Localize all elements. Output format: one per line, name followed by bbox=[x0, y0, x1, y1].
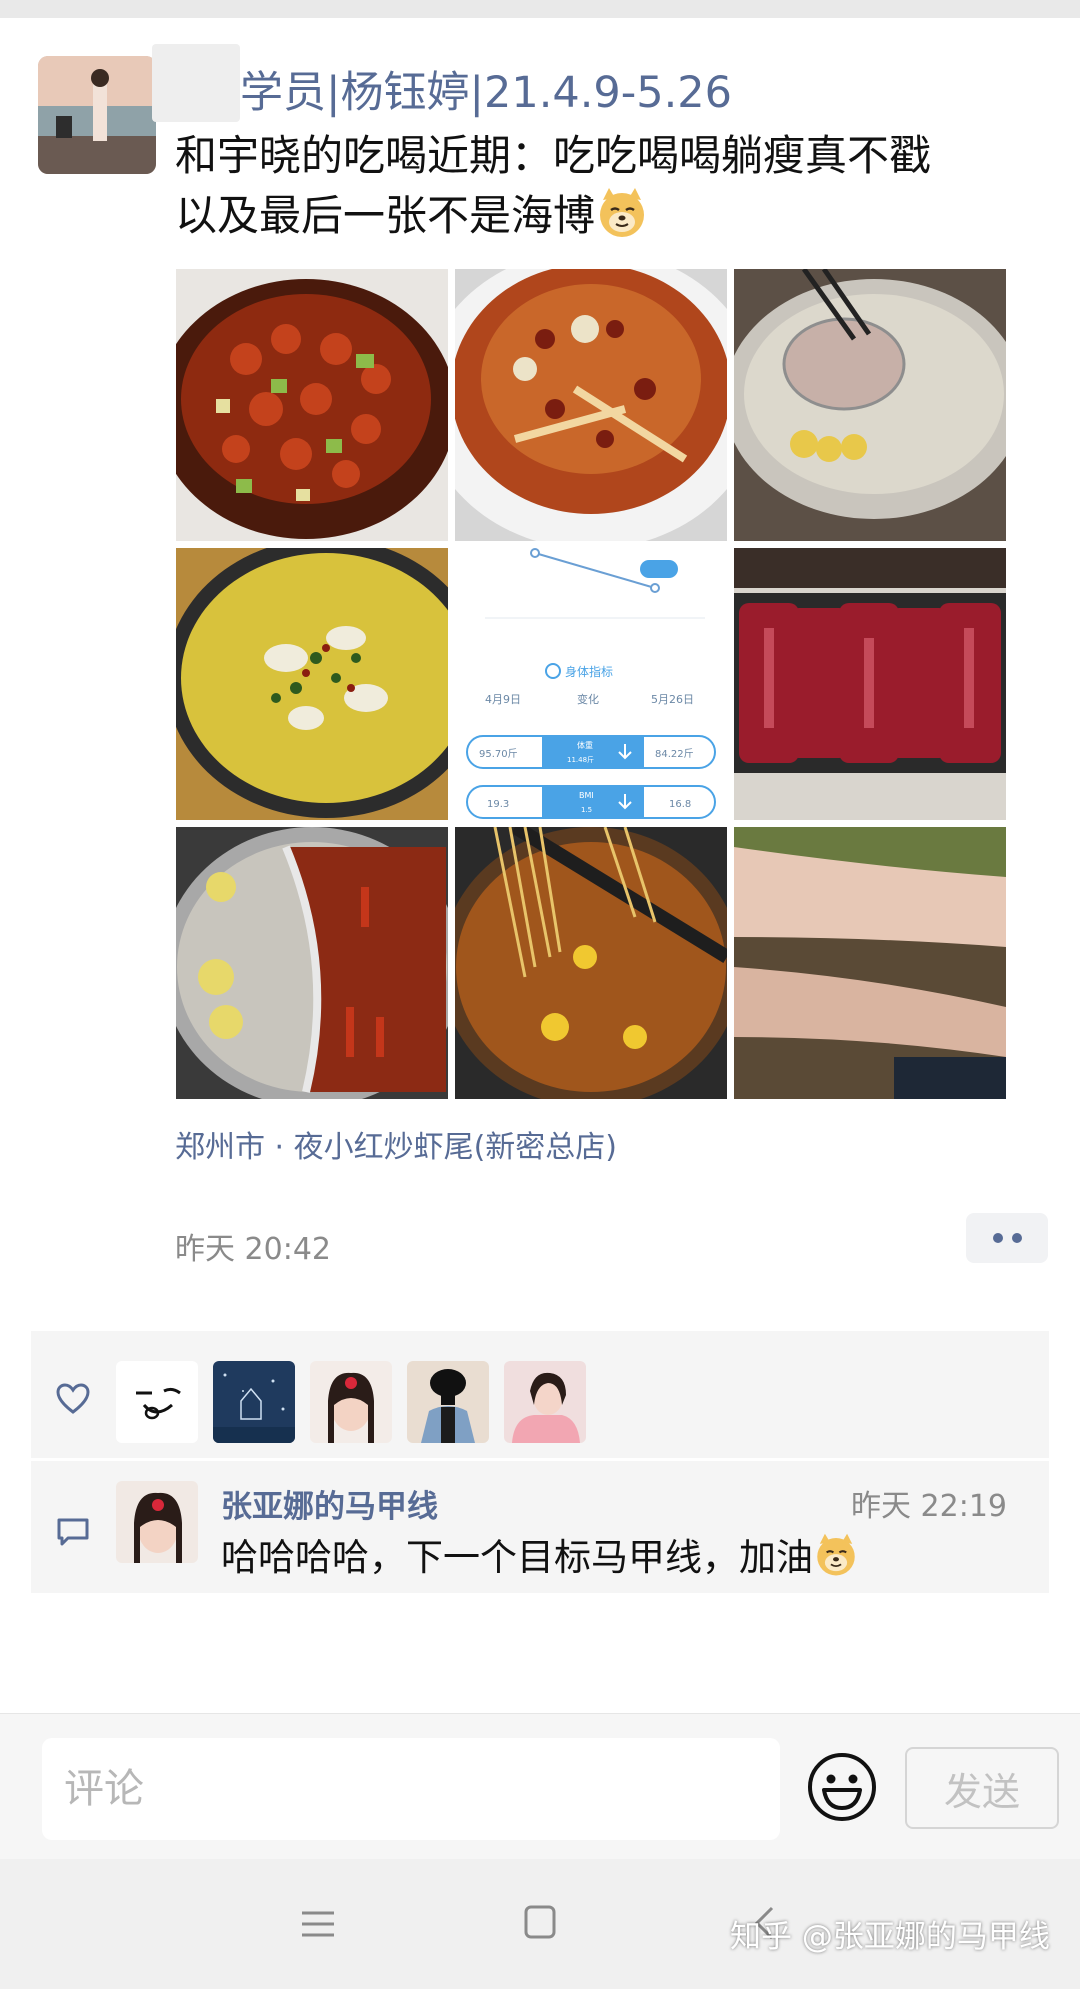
metrics-bmi-label: BMI bbox=[579, 791, 594, 800]
more-dot-icon bbox=[1011, 1233, 1022, 1243]
author-avatar[interactable] bbox=[38, 56, 156, 174]
metrics-col-end: 5月26日 bbox=[651, 693, 694, 706]
image-grid: 身体指标 4月9日 变化 5月26日 95.70斤 体重 11.48斤 84.2… bbox=[176, 269, 1008, 1099]
like-avatar-night-sky[interactable] bbox=[213, 1361, 295, 1443]
home-icon[interactable] bbox=[524, 1905, 556, 1939]
more-dot-icon bbox=[992, 1233, 1003, 1243]
post-username[interactable]: 学员|杨钰婷|21.4.9-5.26 bbox=[240, 58, 732, 120]
comment-row: 张亚娜的马甲线 昨天 22:19 哈哈哈哈，下一个目标马甲线，加油 bbox=[31, 1461, 1049, 1593]
like-avatar-sticker[interactable] bbox=[116, 1361, 198, 1443]
metrics-col-change: 变化 bbox=[577, 692, 599, 706]
emoji-picker-icon[interactable] bbox=[807, 1752, 877, 1822]
photo-crawfish[interactable] bbox=[176, 269, 448, 541]
comment-text: 哈哈哈哈，下一个目标马甲线，加油 bbox=[221, 1536, 813, 1579]
metrics-bmi-end: 16.8 bbox=[669, 799, 691, 810]
comment-author-name[interactable]: 张亚娜的马甲线 bbox=[221, 1481, 438, 1526]
photo-spicy-fish[interactable] bbox=[455, 269, 727, 541]
photo-skewer-hotpot[interactable] bbox=[455, 827, 727, 1099]
top-strip bbox=[0, 0, 1080, 18]
photo-pickled-fish[interactable] bbox=[176, 548, 448, 820]
post-text: 和宇晓的吃喝近期：吃吃喝喝躺瘦真不戳 以及最后一张不是海博 bbox=[175, 126, 995, 246]
more-actions-button[interactable] bbox=[966, 1213, 1048, 1263]
blurred-name-region bbox=[152, 44, 240, 122]
interaction-panel: 张亚娜的马甲线 昨天 22:19 哈哈哈哈，下一个目标马甲线，加油 bbox=[31, 1331, 1049, 1593]
system-nav-bar: 知乎 @张亚娜的马甲线 bbox=[0, 1859, 1080, 1989]
metrics-weight-end: 84.22斤 bbox=[655, 748, 694, 760]
comment-icon bbox=[57, 1518, 89, 1546]
doge-emoji-icon bbox=[600, 188, 645, 237]
comment-author-avatar[interactable] bbox=[116, 1481, 198, 1563]
metrics-bmi-start: 19.3 bbox=[487, 799, 509, 810]
watermark: 知乎 @张亚娜的马甲线 bbox=[730, 1919, 1050, 1955]
photo-raw-beef[interactable] bbox=[734, 548, 1006, 820]
like-avatar-girl-pink[interactable] bbox=[504, 1361, 586, 1443]
metrics-bmi-change: 1.5 bbox=[581, 806, 592, 814]
like-avatar-girl-flower[interactable] bbox=[310, 1361, 392, 1443]
photo-yin-yang-hotpot[interactable] bbox=[176, 827, 448, 1099]
metrics-weight-start: 95.70斤 bbox=[479, 748, 518, 760]
doge-emoji-icon bbox=[817, 1533, 855, 1576]
comment-time: 昨天 22:19 bbox=[851, 1489, 1007, 1524]
menu-icon[interactable] bbox=[300, 1909, 336, 1939]
post-location[interactable]: 郑州市 · 夜小红炒虾尾(新密总店) bbox=[175, 1122, 617, 1166]
likes-row bbox=[31, 1331, 1049, 1458]
metrics-weight-change: 11.48斤 bbox=[567, 755, 594, 764]
metrics-col-start: 4月9日 bbox=[485, 693, 521, 706]
comment-text-wrap: 哈哈哈哈，下一个目标马甲线，加油 bbox=[221, 1527, 859, 1581]
photo-clear-broth-hotpot[interactable] bbox=[734, 269, 1006, 541]
comment-input-bar: 发送 bbox=[0, 1713, 1080, 1859]
post-text-line2: 以及最后一张不是海博 bbox=[175, 191, 596, 240]
post-text-line2-wrap: 以及最后一张不是海博 bbox=[175, 186, 995, 246]
photo-arms[interactable] bbox=[734, 827, 1006, 1099]
metrics-weight-label: 体重 bbox=[577, 740, 593, 750]
heart-icon bbox=[56, 1383, 90, 1414]
like-avatar-black-hat[interactable] bbox=[407, 1361, 489, 1443]
post-timestamp: 昨天 20:42 bbox=[175, 1232, 331, 1267]
send-button[interactable]: 发送 bbox=[905, 1747, 1059, 1829]
photo-body-metrics[interactable]: 身体指标 4月9日 变化 5月26日 95.70斤 体重 11.48斤 84.2… bbox=[455, 548, 727, 820]
metrics-title: 身体指标 bbox=[565, 664, 613, 679]
comment-input[interactable] bbox=[42, 1738, 780, 1840]
post-text-line1: 和宇晓的吃喝近期：吃吃喝喝躺瘦真不戳 bbox=[175, 131, 932, 180]
